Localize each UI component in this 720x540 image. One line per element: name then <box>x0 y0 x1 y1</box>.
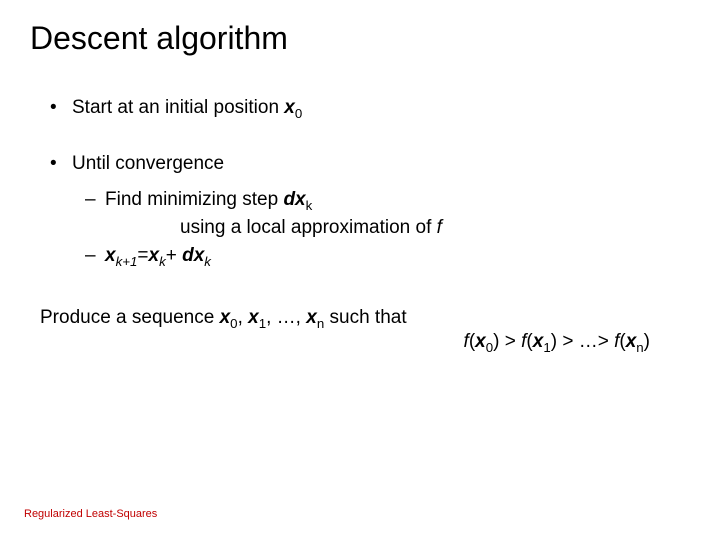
sub-0: 0 <box>230 316 237 331</box>
var-xk: x <box>149 245 160 266</box>
text: Start at an initial position <box>72 97 284 118</box>
sub-k: k <box>306 198 313 213</box>
sub-k: k <box>159 254 166 269</box>
sub-1: 1 <box>543 340 550 355</box>
dots: , …, <box>266 307 306 328</box>
text: using a local approximation of <box>180 217 437 238</box>
bullet-update: xk+1=xk+ dxk <box>85 245 690 267</box>
rp: ) <box>644 331 650 352</box>
var-xn: x <box>306 307 317 328</box>
bullet-until: Until convergence <box>50 153 690 175</box>
such-that: such that <box>324 307 406 328</box>
var-f: f <box>437 217 442 238</box>
slide: Descent algorithm Start at an initial po… <box>0 0 720 540</box>
sub-0: 0 <box>486 340 493 355</box>
produce-line1: Produce a sequence x0, x1, …, xn such th… <box>40 307 690 329</box>
sub-k1: k+1 <box>116 254 138 269</box>
sub-0: 0 <box>295 106 302 121</box>
var-dxk: dx <box>182 245 204 266</box>
var-x: x <box>284 97 295 118</box>
bullet-start: Start at an initial position x0 <box>50 97 690 119</box>
gt: > <box>499 331 521 352</box>
x: x <box>533 331 544 352</box>
dots-gt: > …> <box>557 331 614 352</box>
var-x1: x <box>248 307 259 328</box>
var-x0: x <box>220 307 231 328</box>
bullet-find-step: Find minimizing step dxk <box>85 189 690 211</box>
sub-n: n <box>317 316 324 331</box>
text: Find minimizing step <box>105 189 283 210</box>
page-title: Descent algorithm <box>30 20 690 57</box>
produce-line2: f(x0) > f(x1) > …> f(xn) <box>30 331 650 353</box>
text: Until convergence <box>72 153 224 174</box>
sub-n: n <box>636 340 643 355</box>
footer-text: Regularized Least-Squares <box>24 508 157 520</box>
sub-k2: k <box>204 254 211 269</box>
plus: + <box>166 245 182 266</box>
comma: , <box>238 307 249 328</box>
sub-using-approx: using a local approximation of f <box>180 217 690 239</box>
text: Produce a sequence <box>40 307 220 328</box>
x: x <box>626 331 637 352</box>
x: x <box>475 331 486 352</box>
sub-1: 1 <box>259 316 266 331</box>
var-xk1: x <box>105 245 116 266</box>
var-dx: dx <box>283 189 305 210</box>
eq: = <box>137 245 148 266</box>
